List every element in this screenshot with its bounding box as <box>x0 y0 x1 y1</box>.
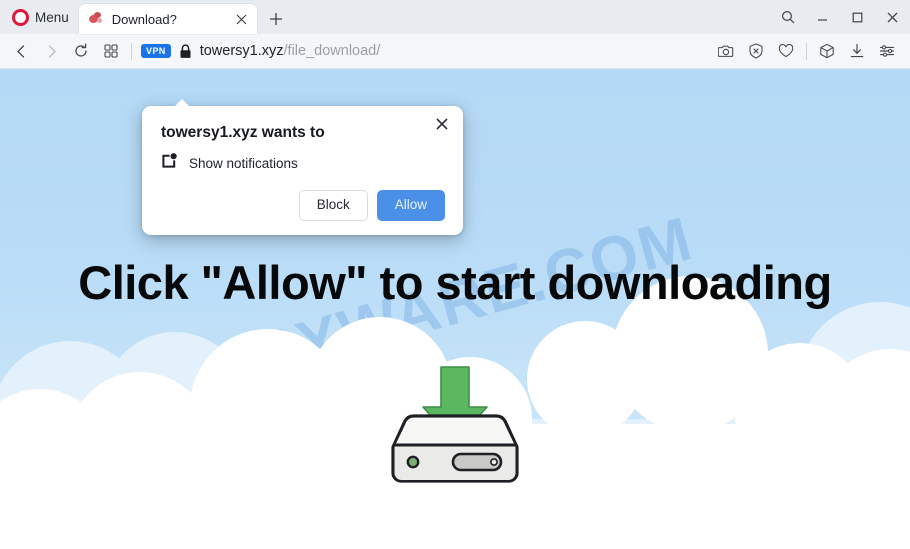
grid-speed-dial-icon[interactable] <box>96 36 126 66</box>
new-tab-button[interactable] <box>261 4 291 34</box>
tab-close-icon[interactable] <box>233 10 251 28</box>
lock-icon[interactable] <box>179 43 192 59</box>
url-host: towersy1.xyz <box>199 43 284 59</box>
heart-favorites-icon[interactable] <box>771 36 801 66</box>
snapshot-camera-icon[interactable] <box>711 36 741 66</box>
dialog-close-icon[interactable] <box>430 112 454 136</box>
dialog-title: towersy1.xyz wants to <box>161 124 325 141</box>
tab-title: Download? <box>111 11 177 27</box>
tab-strip: Menu Download? <box>0 0 910 34</box>
browser-tab[interactable]: Download? <box>78 4 257 34</box>
downloads-icon[interactable] <box>842 36 872 66</box>
toolbar-divider <box>131 42 132 60</box>
vpn-badge[interactable]: VPN <box>141 43 171 59</box>
allow-button[interactable]: Allow <box>376 190 445 221</box>
minimize-icon[interactable] <box>805 0 840 34</box>
easy-setup-sliders-icon[interactable] <box>872 36 902 66</box>
dialog-actions: Block Allow <box>161 190 445 221</box>
ad-blocker-shield-icon[interactable] <box>741 36 771 66</box>
maximize-icon[interactable] <box>840 0 875 34</box>
toolbar-divider-2 <box>806 42 807 60</box>
url-text[interactable]: towersy1.xyz/file_download/ <box>200 43 711 59</box>
window-close-icon[interactable] <box>875 0 910 34</box>
cube-extensions-icon[interactable] <box>812 36 842 66</box>
notifications-icon <box>161 152 178 174</box>
address-bar: VPN towersy1.xyz/file_download/ <box>0 34 910 69</box>
page-title: Click "Allow" to start downloading <box>78 256 832 309</box>
opera-menu-button[interactable]: Menu <box>0 0 79 34</box>
reload-icon[interactable] <box>66 36 96 66</box>
permission-label: Show notifications <box>189 155 298 171</box>
permission-row: Show notifications <box>161 152 445 174</box>
address-bar-actions <box>711 36 902 66</box>
notification-permission-dialog: towersy1.xyz wants to Show notifications… <box>142 99 463 235</box>
opera-menu-label: Menu <box>35 9 69 25</box>
browser-window: Menu Download? VPN towersy1.xyz/file_dow… <box>0 0 910 549</box>
window-controls <box>770 0 910 34</box>
block-button[interactable]: Block <box>298 190 368 221</box>
opera-logo-icon <box>12 8 29 26</box>
forward-arrow-icon <box>36 36 66 66</box>
search-icon[interactable] <box>770 0 805 34</box>
back-arrow-icon[interactable] <box>6 36 36 66</box>
page-content: MYANTISPYWARE.COM <box>0 69 910 549</box>
site-favicon-icon <box>87 11 104 27</box>
download-to-drive-icon <box>375 365 535 498</box>
url-path: /file_download/ <box>283 43 381 59</box>
